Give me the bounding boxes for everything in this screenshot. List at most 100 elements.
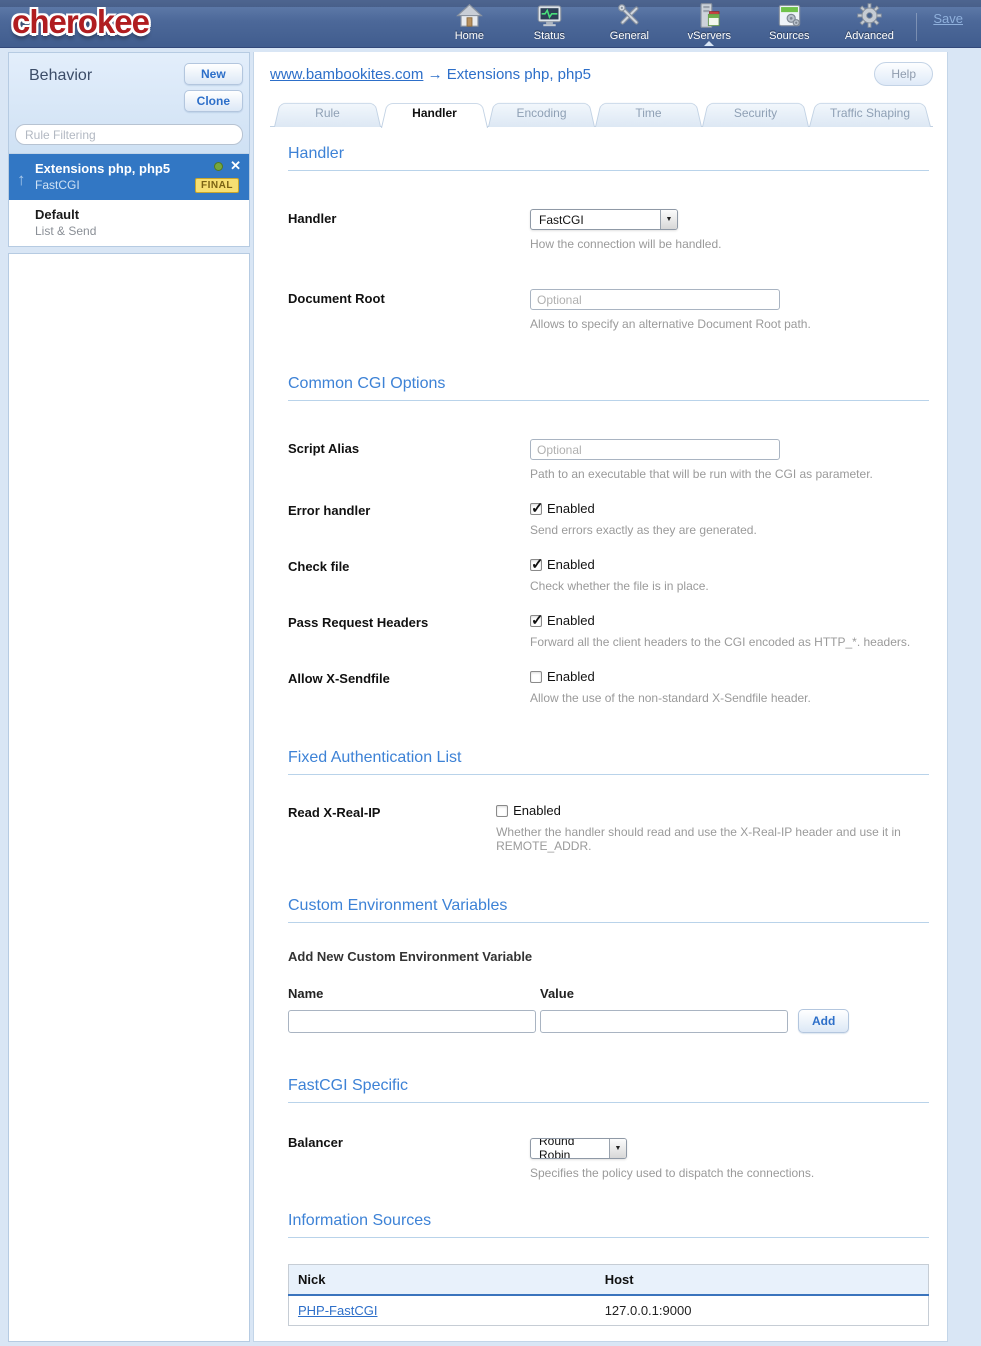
section-fastcgi-specific: FastCGI Specific Balancer Round Robin Sp… [288,1077,929,1180]
nav-label: Home [455,30,484,42]
top-header: cherokee Home Status [0,0,981,48]
help-button[interactable]: Help [874,62,933,86]
field-help: Specifies the policy used to dispatch th… [530,1166,814,1180]
field-label-handler: Handler [288,209,530,226]
behavior-panel: Behavior New Clone Extensions php, php5 … [8,52,250,247]
main-nav: Home Status General [442,2,896,45]
env-name-label: Name [288,986,536,1001]
cherokee-logo: cherokee [12,3,149,41]
tools-icon [616,2,643,29]
tab-encoding[interactable]: Encoding [488,100,595,127]
rule-name: Default [35,207,241,222]
field-label-allow-x-sendfile: Allow X-Sendfile [288,669,530,686]
field-help: How the connection will be handled. [530,237,721,251]
home-icon [456,2,483,29]
status-dot-icon [214,162,223,171]
tab-content: Handler Handler FastCGI How the connecti… [270,145,933,1342]
server-icon [696,2,723,29]
env-name-input[interactable] [288,1010,536,1033]
breadcrumb-rule: Extensions php, php5 [447,66,591,83]
nav-label: General [610,30,649,42]
nav-item-vservers[interactable]: vServers [682,2,736,42]
breadcrumb-arrow: → [428,66,443,83]
field-help: Allows to specify an alternative Documen… [530,317,811,331]
tab-traffic-shaping[interactable]: Traffic Shaping [809,100,931,127]
rule-name: Extensions php, php5 [35,161,241,176]
final-badge: FINAL [195,178,239,193]
checkbox-label: Enabled [547,557,595,572]
field-help: Forward all the client headers to the CG… [530,635,910,649]
section-title: Common CGI Options [288,375,929,393]
column-header-nick: Nick [289,1264,596,1295]
source-nick-link[interactable]: PHP-FastCGI [298,1303,377,1318]
section-divider [288,400,929,401]
field-help: Send errors exactly as they are generate… [530,523,757,537]
dropdown-arrow-icon [609,1139,626,1158]
add-env-var-button[interactable]: Add [798,1009,849,1033]
tab-security[interactable]: Security [702,100,809,127]
script-alias-input[interactable] [530,439,780,460]
field-label-pass-request-headers: Pass Request Headers [288,613,530,630]
field-label-document-root: Document Root [288,289,530,306]
tab-time[interactable]: Time [595,100,702,127]
field-help: Whether the handler should read and use … [496,825,929,853]
nav-separator [916,13,917,41]
nav-item-advanced[interactable]: Advanced [842,2,896,42]
page-layout: Behavior New Clone Extensions php, php5 … [0,48,981,1342]
checkbox-label: Enabled [513,803,561,818]
checkbox-label: Enabled [547,613,595,628]
env-value-input[interactable] [540,1010,788,1033]
field-label-check-file: Check file [288,557,530,574]
balancer-select[interactable]: Round Robin [530,1138,627,1159]
rule-tabs: Rule Handler Encoding Time Security Traf… [270,100,933,127]
allow-x-sendfile-checkbox[interactable] [530,671,542,683]
breadcrumb-host-link[interactable]: www.bambookites.com [270,66,423,83]
clone-rule-button[interactable]: Clone [184,90,243,112]
tab-rule[interactable]: Rule [274,100,381,127]
nav-item-general[interactable]: General [602,2,656,42]
read-x-real-ip-checkbox[interactable] [496,805,508,817]
breadcrumb: www.bambookites.com → Extensions php, ph… [270,62,591,83]
checkbox-label: Enabled [547,501,595,516]
gear-icon [856,2,883,29]
rule-item-default[interactable]: Default List & Send [9,200,249,246]
pass-request-headers-checkbox[interactable] [530,615,542,627]
status-monitor-icon [536,2,563,29]
section-divider [288,1102,929,1103]
nav-item-status[interactable]: Status [522,2,576,42]
rule-filter-input[interactable] [15,124,243,145]
nav-label: vServers [688,30,731,42]
save-button[interactable]: Save [933,11,963,36]
error-handler-checkbox[interactable] [530,503,542,515]
handler-select[interactable]: FastCGI [530,209,678,230]
column-header-host: Host [596,1264,929,1295]
information-sources-table: Nick Host PHP-FastCGI 127.0.0.1:9000 [288,1264,929,1326]
field-label-balancer: Balancer [288,1133,530,1150]
close-icon[interactable] [230,161,241,171]
rule-handler-label: List & Send [35,224,241,238]
window-gears-icon [776,2,803,29]
drag-handle-icon[interactable] [17,170,26,190]
section-divider [288,1237,929,1238]
nav-item-sources[interactable]: Sources [762,2,816,42]
field-help: Check whether the file is in place. [530,579,709,593]
source-host-value: 127.0.0.1:9000 [596,1295,929,1326]
field-label-script-alias: Script Alias [288,439,530,456]
section-fixed-auth: Fixed Authentication List Read X-Real-IP… [288,749,929,853]
nav-item-home[interactable]: Home [442,2,496,42]
section-divider [288,170,929,171]
nav-label: Status [534,30,565,42]
checkbox-label: Enabled [547,669,595,684]
env-value-label: Value [540,986,788,1001]
field-label-read-x-real-ip: Read X-Real-IP [288,803,496,820]
tab-handler[interactable]: Handler [381,100,488,128]
document-root-input[interactable] [530,289,780,310]
field-help: Path to an executable that will be run w… [530,467,873,481]
new-rule-button[interactable]: New [184,63,243,85]
section-title: FastCGI Specific [288,1077,929,1095]
rule-item-extensions-php[interactable]: Extensions php, php5 FastCGI FINAL [9,154,249,200]
section-title: Custom Environment Variables [288,897,929,915]
add-env-var-subtitle: Add New Custom Environment Variable [288,949,929,964]
check-file-checkbox[interactable] [530,559,542,571]
rule-list: Extensions php, php5 FastCGI FINAL Defau… [9,154,249,246]
